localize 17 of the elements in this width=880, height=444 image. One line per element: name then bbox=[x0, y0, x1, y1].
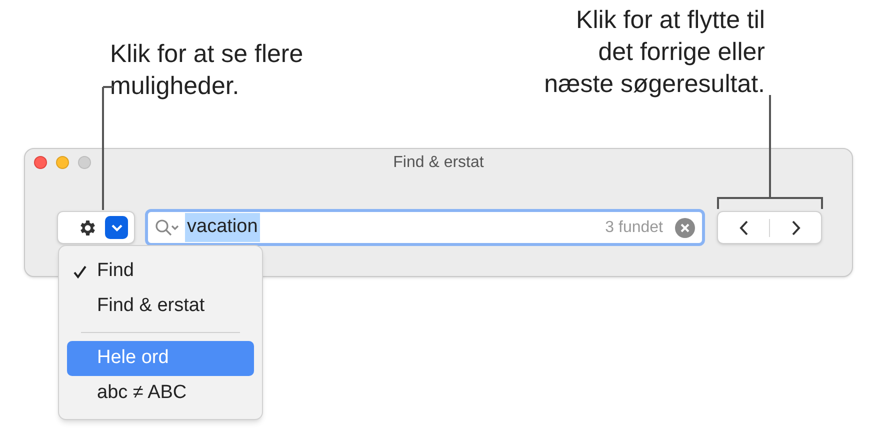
callout-text: Klik for at se flere muligheder. bbox=[110, 39, 304, 102]
clear-icon[interactable] bbox=[675, 218, 695, 238]
minimize-button[interactable] bbox=[56, 156, 69, 169]
menu-item[interactable]: abc ≠ ABC bbox=[67, 376, 254, 411]
menu-item[interactable]: Find bbox=[67, 254, 254, 289]
options-button[interactable] bbox=[57, 211, 135, 244]
search-field[interactable]: vacation 3 fundet bbox=[145, 209, 705, 246]
search-value: vacation bbox=[185, 213, 260, 242]
search-icon bbox=[155, 218, 181, 236]
callout-text: Klik for at flytte til det forrige eller næste søgeresultat. bbox=[544, 5, 765, 100]
close-button[interactable] bbox=[34, 156, 47, 169]
menu-item[interactable]: Find & erstat bbox=[67, 289, 254, 324]
chevron-down-icon bbox=[105, 216, 128, 239]
window-title: Find & erstat bbox=[393, 152, 484, 172]
chevron-left-icon bbox=[738, 220, 748, 236]
match-count: 3 fundet bbox=[605, 218, 663, 238]
chevron-right-icon bbox=[790, 220, 800, 236]
